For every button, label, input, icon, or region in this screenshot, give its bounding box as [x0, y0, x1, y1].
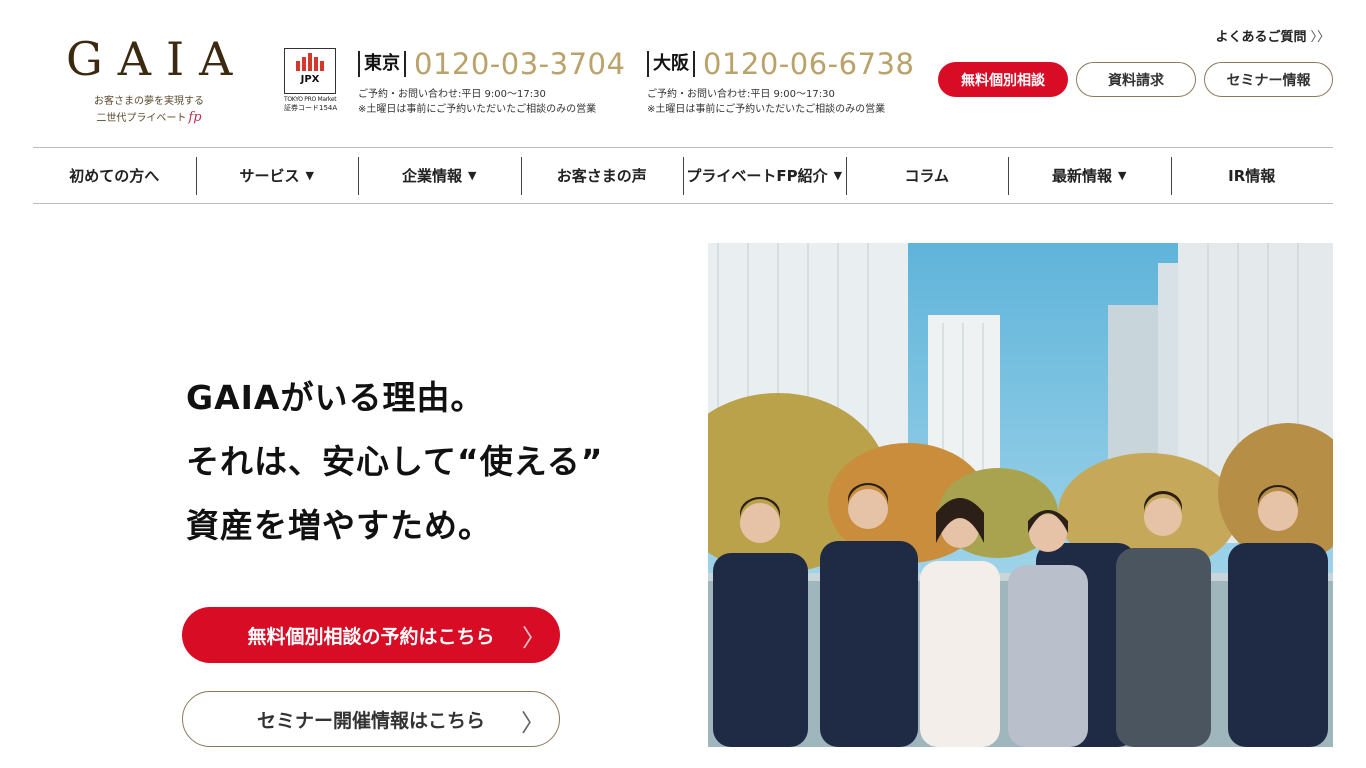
free-consultation-button[interactable]: 無料個別相談	[938, 62, 1068, 97]
phone-tokyo: 東京 0120-03-3704 ご予約・お問い合わせ:平日 9:00〜17:30…	[358, 46, 625, 115]
faq-link-label: よくあるご質問	[1215, 30, 1307, 45]
nav-item-news[interactable]: 最新情報 ▼	[1008, 148, 1171, 203]
nav-item-company[interactable]: 企業情報 ▼	[358, 148, 521, 203]
main-nav: 初めての方へ サービス ▼ 企業情報 ▼ お客さまの声 プライベートFP紹介 ▼ コラ…	[33, 147, 1333, 204]
phone-city: 東京	[358, 51, 406, 77]
double-chevron-right-icon: 〉〉	[1310, 30, 1330, 45]
book-consultation-button[interactable]: 無料個別相談の予約はこちら 〉	[182, 607, 560, 663]
hero-headline: GAIAがいる理由。 それは、安心して“使える” 資産を増やすため。	[186, 366, 603, 558]
nav-item-testimonials[interactable]: お客さまの声	[520, 148, 684, 203]
caret-down-icon: ▼	[305, 169, 314, 182]
nav-item-label: お客さまの声	[556, 167, 647, 185]
chevron-right-icon: 〉	[521, 708, 545, 737]
jpx-name: JPX	[300, 74, 320, 85]
nav-item-label: プライベートFP紹介	[686, 167, 828, 185]
team-photo	[708, 243, 1333, 747]
logo-subtagline-text: 二世代プライベート	[96, 113, 187, 124]
hero-line: 資産を増やすため。	[186, 506, 492, 545]
cta-label: 無料個別相談の予約はこちら	[247, 625, 495, 648]
nav-item-first-time[interactable]: 初めての方へ	[33, 148, 196, 203]
faq-link[interactable]: よくあるご質問 〉〉	[1215, 26, 1330, 45]
request-documents-button[interactable]: 資料請求	[1076, 62, 1196, 97]
logo-tagline: お客さまの夢を実現する	[94, 96, 204, 107]
caret-down-icon: ▼	[833, 169, 843, 182]
phone-osaka: 大阪 0120-06-6738 ご予約・お問い合わせ:平日 9:00〜17:30…	[647, 46, 914, 115]
jpx-badge: JPX TOKYO PRO Market 証券コード154A	[284, 48, 338, 116]
nav-item-ir[interactable]: IR情報	[1170, 148, 1334, 203]
caret-down-icon: ▼	[468, 169, 477, 182]
nav-item-private-fp[interactable]: プライベートFP紹介 ▼	[683, 148, 846, 203]
phone-note: ※土曜日は事前にご予約いただいたご相談のみの営業	[647, 104, 886, 115]
phone-hours: ご予約・お問い合わせ:平日 9:00〜17:30	[647, 89, 835, 100]
jpx-stock-code: 証券コード154A	[284, 104, 338, 112]
cta-label: セミナー開催情報はこちら	[256, 709, 485, 732]
nav-item-label: コラム	[904, 167, 950, 185]
nav-item-label: サービス	[239, 167, 300, 185]
nav-item-label: 最新情報	[1052, 167, 1113, 185]
nav-item-label: 企業情報	[402, 167, 463, 185]
logo-wordmark: GAIA	[66, 32, 248, 86]
nav-item-services[interactable]: サービス ▼	[195, 148, 359, 203]
seminar-info-button[interactable]: セミナー情報	[1204, 62, 1333, 97]
phone-hours: ご予約・お問い合わせ:平日 9:00〜17:30	[358, 89, 546, 100]
jpx-market: TOKYO PRO Market	[284, 96, 337, 103]
phone-note: ※土曜日は事前にご予約いただいたご相談のみの営業	[358, 104, 597, 115]
phone-number[interactable]: 0120-03-3704	[414, 47, 625, 81]
nav-item-column[interactable]: コラム	[845, 148, 1009, 203]
chevron-right-icon: 〉	[522, 623, 546, 652]
hero-line: それは、安心して“使える”	[186, 442, 604, 481]
nav-item-label: IR情報	[1228, 167, 1276, 185]
jpx-logo: JPX	[284, 48, 336, 94]
nav-item-label: 初めての方へ	[69, 167, 160, 185]
phone-city: 大阪	[647, 51, 695, 77]
team-photo-illustration	[708, 243, 1333, 747]
logo-fp-mark: fp	[188, 110, 202, 125]
jpx-bars-icon	[285, 53, 335, 71]
logo-subtagline: 二世代プライベート fp	[54, 109, 244, 125]
phone-number[interactable]: 0120-06-6738	[703, 47, 914, 81]
site-logo[interactable]: GAIA お客さまの夢を実現する 二世代プライベート fp	[54, 34, 244, 125]
caret-down-icon: ▼	[1118, 169, 1127, 182]
hero-line: GAIAがいる理由。	[186, 378, 485, 417]
seminar-schedule-button[interactable]: セミナー開催情報はこちら 〉	[182, 691, 560, 747]
